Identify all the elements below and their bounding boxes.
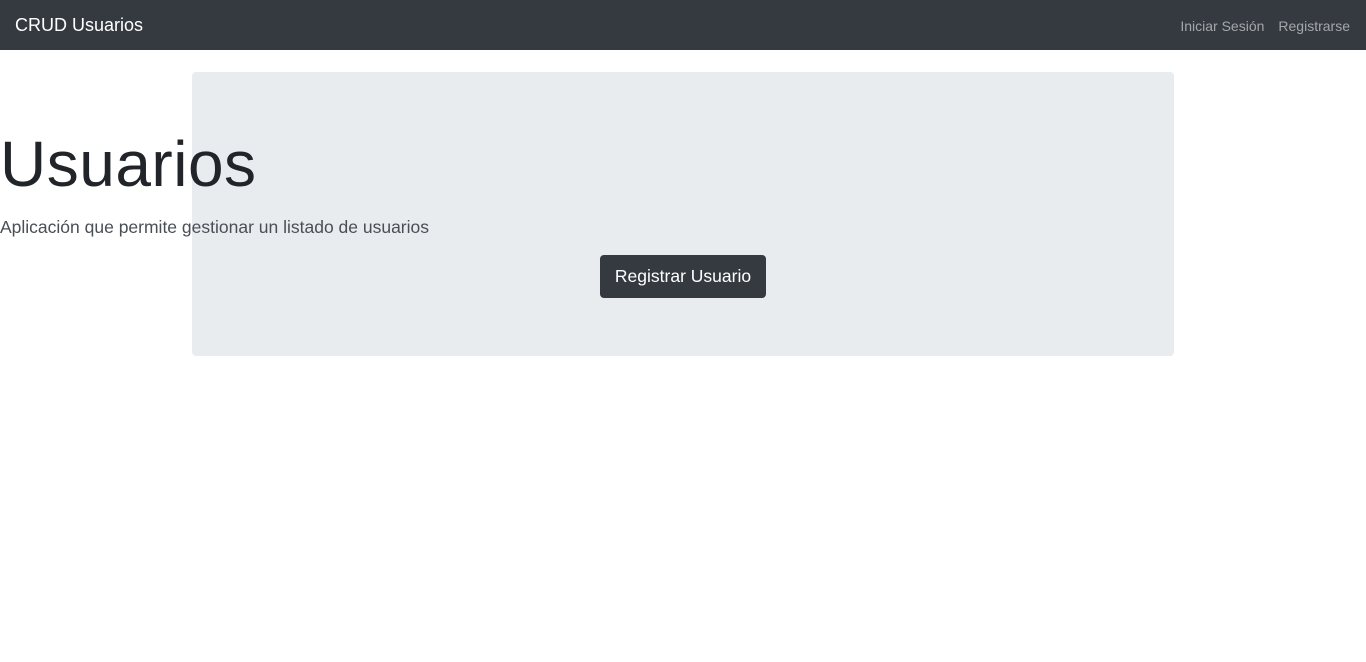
hero-jumbotron xyxy=(192,72,1174,356)
navbar-links: Iniciar Sesión Registrarse xyxy=(1180,18,1350,34)
page-subtitle: Aplicación que permite gestionar un list… xyxy=(0,217,430,237)
top-navbar: CRUD Usuarios Iniciar Sesión Registrarse xyxy=(0,0,1366,50)
nav-link-login[interactable]: Iniciar Sesión xyxy=(1180,18,1264,34)
register-user-button[interactable]: Registrar Usuario xyxy=(600,255,766,298)
page-title: Usuarios xyxy=(0,128,257,200)
nav-link-register[interactable]: Registrarse xyxy=(1278,18,1350,34)
navbar-brand[interactable]: CRUD Usuarios xyxy=(15,15,143,36)
